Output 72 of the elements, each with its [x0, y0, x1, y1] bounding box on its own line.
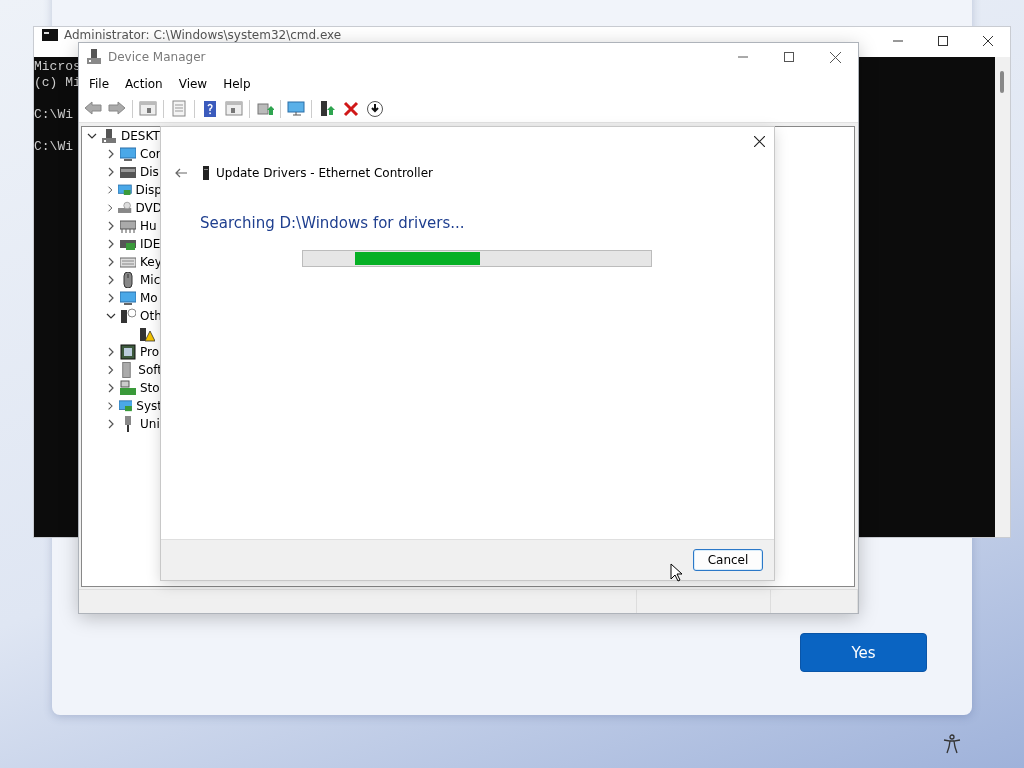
- menu-item[interactable]: Help: [215, 76, 259, 91]
- chevron-right-icon[interactable]: [106, 203, 115, 213]
- status-message: Searching D:\Windows for drivers...: [200, 214, 466, 232]
- tree-item[interactable]: Mic: [140, 273, 161, 287]
- device-icon: [120, 272, 136, 288]
- tree-item[interactable]: Sto: [140, 381, 160, 395]
- menu-item[interactable]: File: [81, 76, 118, 91]
- window-title: Administrator: C:\Windows\system32\cmd.exe: [64, 29, 342, 42]
- chevron-right-icon[interactable]: [106, 149, 116, 159]
- tree-item[interactable]: Mo: [140, 291, 158, 305]
- network-device-icon: [202, 166, 210, 180]
- back-arrow-icon[interactable]: [175, 168, 188, 178]
- console-line: C:\Wi: [34, 139, 73, 155]
- chevron-right-icon[interactable]: [106, 383, 116, 393]
- tree-item[interactable]: Uni: [140, 417, 160, 431]
- tree-item[interactable]: Cor: [140, 147, 161, 161]
- chevron-right-icon[interactable]: [106, 401, 115, 411]
- forward-arrow-icon[interactable]: [108, 100, 126, 118]
- menu-item[interactable]: View: [170, 76, 216, 91]
- cancel-button[interactable]: Cancel: [693, 549, 763, 571]
- back-arrow-icon[interactable]: [84, 100, 102, 118]
- yes-button[interactable]: Yes: [800, 633, 927, 672]
- tree-item[interactable]: Key: [140, 255, 162, 269]
- chevron-right-icon[interactable]: [106, 365, 116, 375]
- accessibility-icon: [942, 734, 962, 754]
- monitor-icon[interactable]: [287, 100, 305, 118]
- chevron-right-icon[interactable]: [106, 239, 116, 249]
- chevron-right-icon[interactable]: [106, 293, 116, 303]
- tree-item[interactable]: DESKT: [121, 129, 160, 143]
- chevron-right-icon[interactable]: [106, 257, 116, 267]
- chevron-right-icon[interactable]: [106, 419, 116, 429]
- maximize-icon[interactable]: [938, 36, 948, 46]
- chevron-right-icon[interactable]: [106, 221, 116, 231]
- device-icon: [120, 146, 136, 162]
- device-icon: [120, 380, 136, 396]
- console-line: C:\Wi: [34, 107, 73, 123]
- chevron-down-icon[interactable]: [87, 131, 97, 141]
- console-icon: [42, 29, 58, 41]
- dialog-title: Update Drivers - Ethernet Controller: [216, 166, 433, 180]
- chevron-right-icon[interactable]: [106, 185, 115, 195]
- window-title: Device Manager: [108, 50, 206, 64]
- chevron-right-icon[interactable]: [106, 167, 116, 177]
- device-manager-icon: [87, 49, 101, 65]
- chevron-right-icon[interactable]: [106, 275, 116, 285]
- pane-icon[interactable]: [139, 100, 157, 118]
- close-icon[interactable]: [830, 52, 841, 63]
- tree-item[interactable]: Dis: [140, 165, 159, 179]
- close-icon[interactable]: [983, 36, 993, 46]
- close-icon[interactable]: [754, 136, 765, 147]
- device-icon: [118, 182, 132, 198]
- device-icon: [120, 164, 136, 180]
- console-line: (c) Mi: [34, 75, 81, 91]
- chevron-right-icon[interactable]: [106, 347, 116, 357]
- tree-item[interactable]: Pro: [140, 345, 160, 359]
- device-icon: [118, 200, 132, 216]
- device-icon: [120, 308, 136, 324]
- scrollbar[interactable]: [995, 57, 1010, 537]
- maximize-icon[interactable]: [784, 52, 794, 62]
- tree-item[interactable]: IDE: [140, 237, 161, 251]
- menu-item[interactable]: Action: [117, 76, 171, 91]
- cross-icon[interactable]: [342, 100, 360, 118]
- device-icon: [120, 218, 136, 234]
- device-icon: [120, 290, 136, 306]
- pane-icon[interactable]: [225, 100, 243, 118]
- chevron-down-icon[interactable]: [106, 311, 116, 321]
- device-icon: [120, 344, 136, 360]
- device-icon: [120, 254, 136, 270]
- device-arrow-icon[interactable]: [318, 100, 336, 118]
- help-icon[interactable]: [201, 100, 219, 118]
- warning-device-icon: [139, 326, 155, 342]
- tree-item[interactable]: Hu: [140, 219, 157, 233]
- device-icon: [118, 398, 133, 414]
